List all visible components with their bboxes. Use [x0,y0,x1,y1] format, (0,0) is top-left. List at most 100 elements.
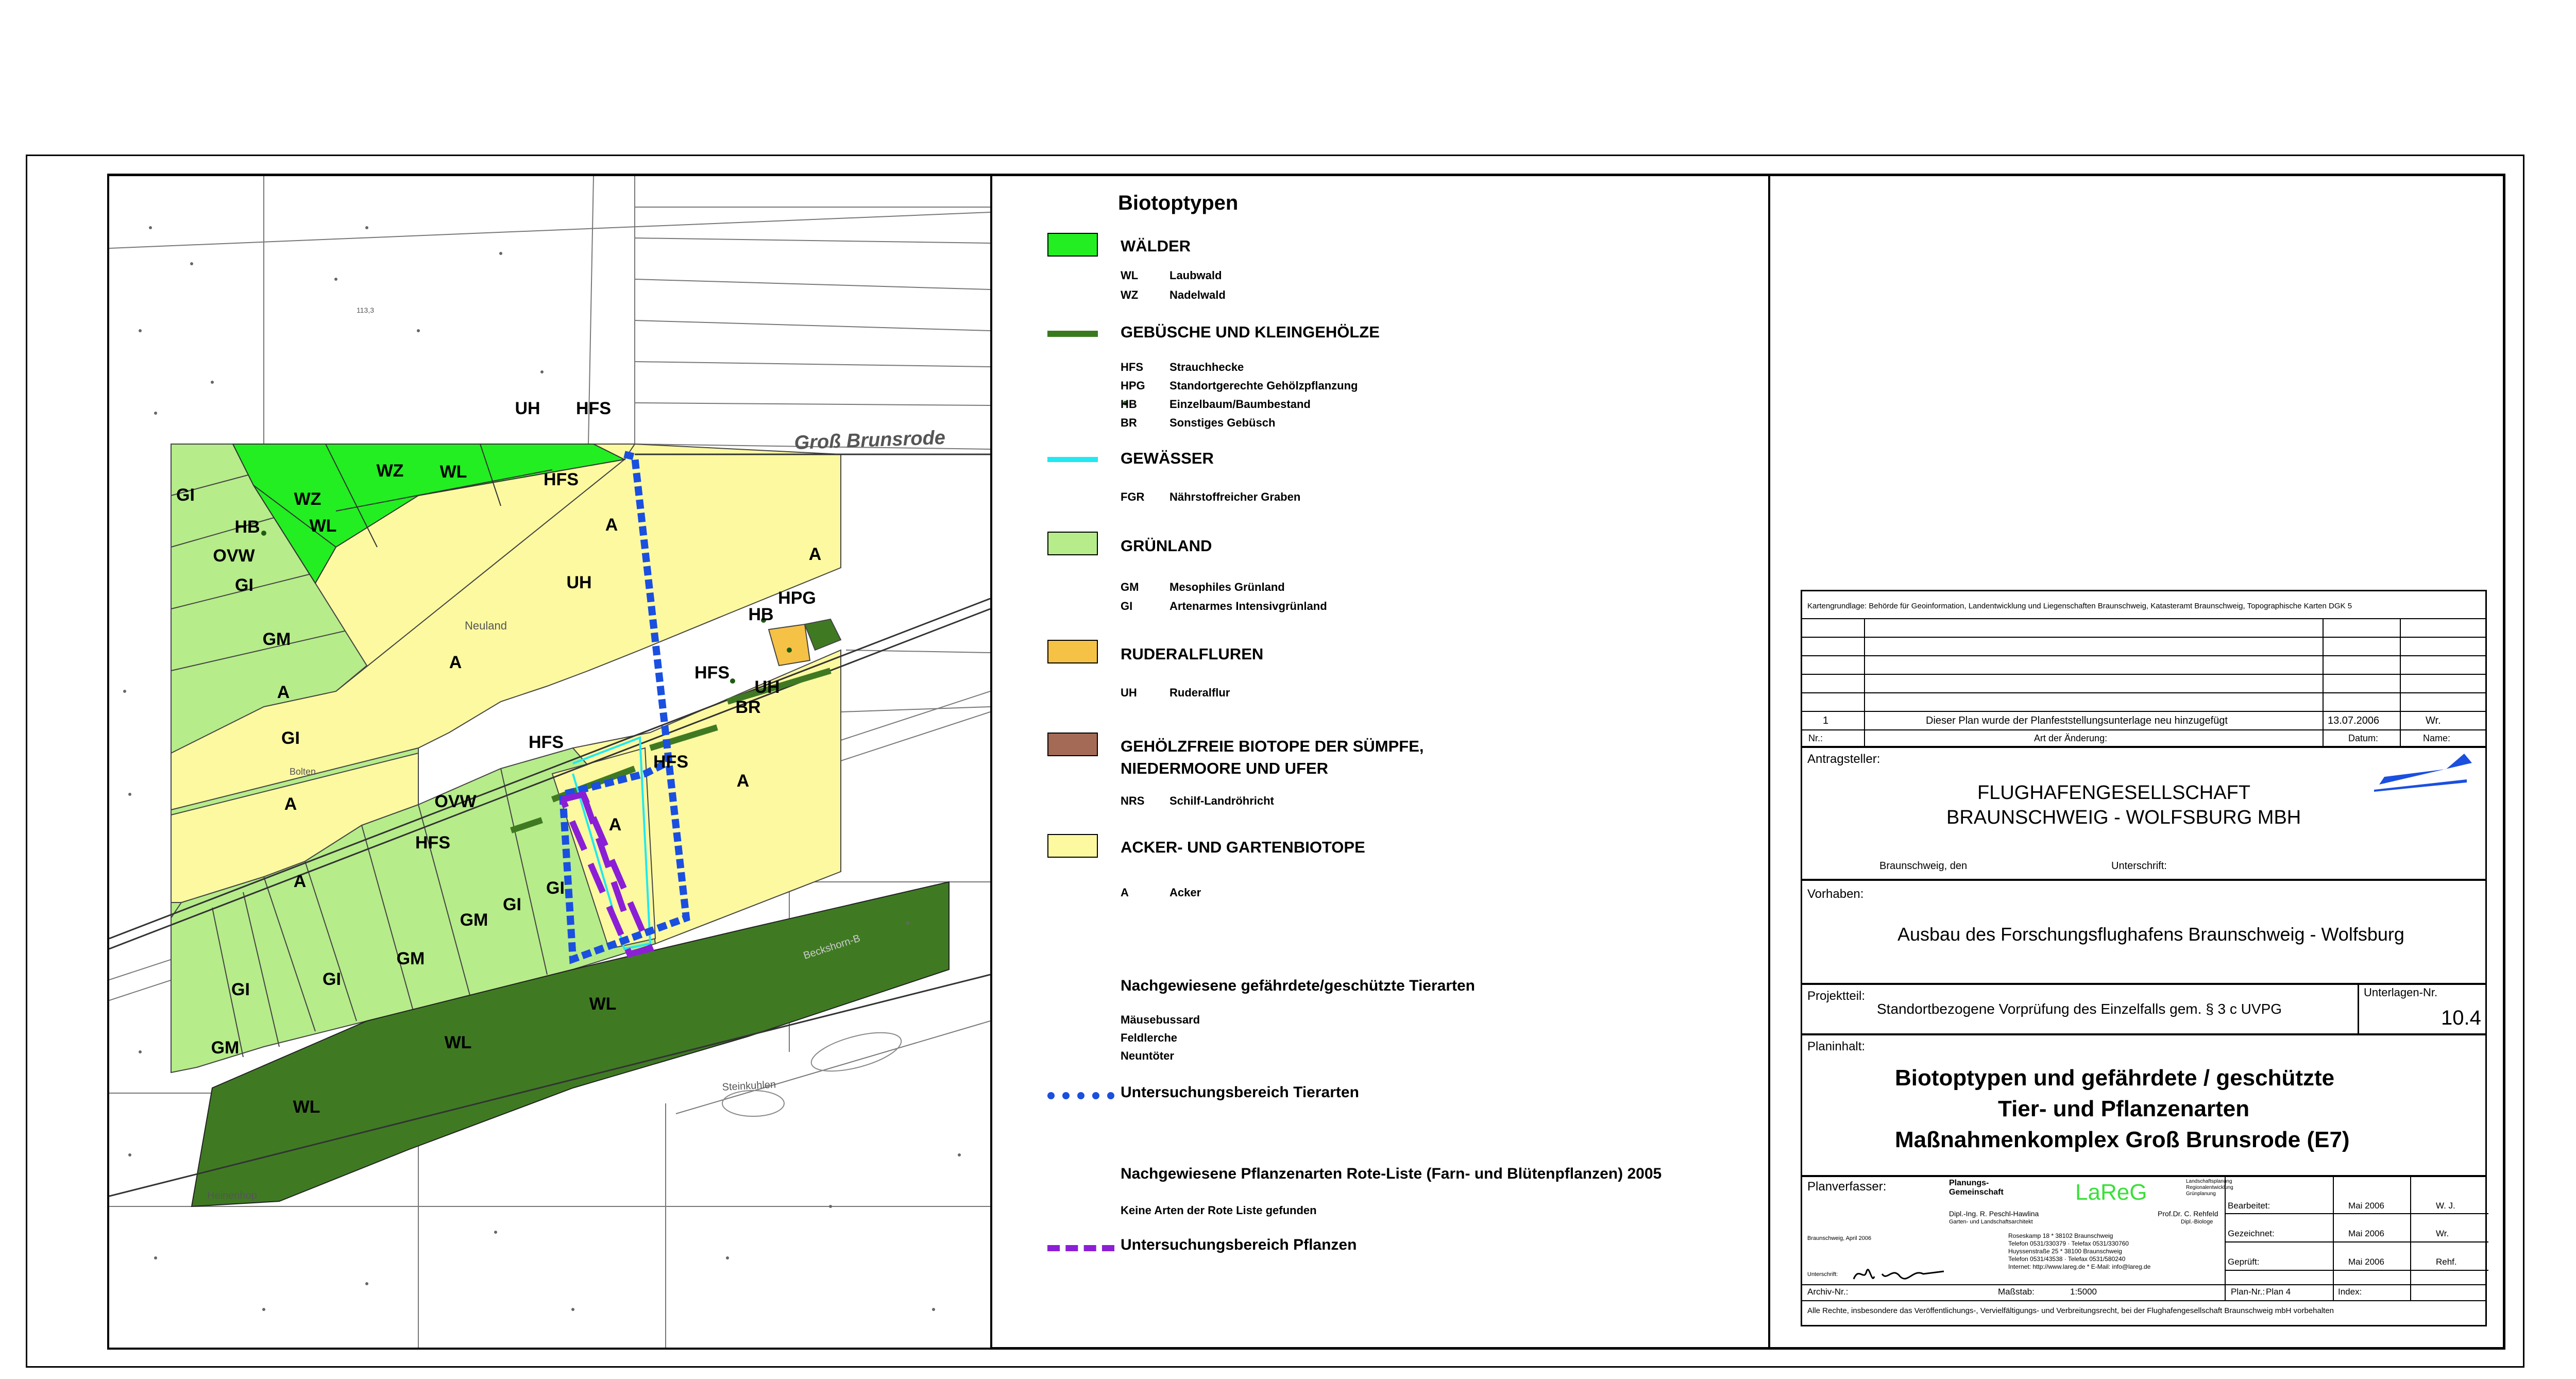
person2-sub: Dipl.-Biologe [2181,1219,2213,1225]
unterschrift2: Unterschrift: [1807,1271,1838,1278]
legend-heading-suempfe: GEHÖLZFREIE BIOTOPE DER SÜMPFE, NIEDERMO… [1121,737,1424,778]
planinhalt-label: Planinhalt: [1807,1040,1866,1053]
divider-legend-titleblock [1768,176,1770,1348]
legend-heading-gewaesser: GEWÄSSER [1121,449,1214,467]
plan-line1: Biotoptypen und gefährdete / geschützte [1895,1065,2335,1091]
label-hfs-6: HFS [415,833,450,853]
label-a-8: A [294,872,307,891]
title-block: Kartengrundlage: Behörde für Geoinformat… [1801,590,2488,1326]
vorhaben: Ausbau des Forschungsflughafens Braunsch… [1897,924,2404,945]
label-a-4: A [605,515,618,535]
label-ovw-2: OVW [434,792,477,811]
label-hfs-3: HFS [694,663,730,683]
label-hb-1: HB [234,517,260,537]
label-wl-2: WL [310,516,337,536]
change-date: 13.07.2006 [2328,715,2380,726]
label-gi-4: GI [546,878,565,898]
code-hfs: HFS [1121,361,1143,373]
bearbeitet-name: W. J. [2436,1201,2455,1211]
label-gm-4: GM [211,1038,240,1058]
braunschweig-date: Braunschweig, April 2006 [1807,1235,1872,1241]
unterschrift: Unterschrift: [2111,860,2167,872]
label-br: BR [735,697,760,717]
footer-rights: Alle Rechte, insbesondere das Veröffentl… [1807,1306,2334,1315]
label-gm-3: GM [397,949,425,968]
index-label: Index: [2338,1287,2362,1297]
swatch-waelder [1047,233,1098,257]
place-bolten: Bolten [290,767,316,777]
projektteil-label: Projektteil: [1807,989,1866,1003]
label-gm-1: GM [263,629,291,649]
geprueft-date: Mai 2006 [2348,1257,2384,1267]
label-a-5: A [809,544,822,564]
name-fgr: Nährstoffreicher Graben [1170,490,1301,503]
name-wz: Nadelwald [1170,288,1226,301]
gezeichnet-date: Mai 2006 [2348,1229,2384,1238]
legend-title: Biotoptypen [1118,192,1239,214]
flora-area-line-icon [1047,1245,1114,1251]
label-gi-2: GI [235,575,253,595]
change-by: Wr. [2426,715,2441,726]
label-hb-2: HB [748,605,773,624]
label-wz-2: WZ [377,461,404,481]
name-wl: Laubwald [1170,269,1222,282]
code-hb: HB [1121,398,1137,411]
name-hpg: Standortgerechte Gehölzpflanzung [1170,379,1358,392]
signature-icon [1853,1269,1944,1280]
change-text: Dieser Plan wurde der Planfeststellungsu… [1926,715,2228,726]
person1: Dipl.-Ing. R. Peschl-Hawlina [1949,1210,2039,1218]
code-hpg: HPG [1121,379,1145,392]
label-uh-1: UH [515,399,540,418]
company-line1: FLUGHAFENGESELLSCHAFT [1977,782,2250,804]
fauna-1: Mäusebussard [1121,1013,1200,1026]
plan-line3: Maßnahmenkomplex Groß Brunsrode (E7) [1895,1127,2350,1152]
projektteil: Standortbezogene Vorprüfung des Einzelfa… [1877,1001,2282,1017]
label-a-3: A [449,653,462,672]
code-br: BR [1121,416,1137,429]
fauna-title: Nachgewiesene gefährdete/geschützte Tier… [1121,977,1476,994]
label-hfs-2: HFS [544,470,579,489]
code-a: A [1121,886,1129,899]
label-uh-2: UH [566,573,591,592]
archiv-label: Archiv-Nr.: [1807,1287,1849,1297]
legend-heading-ruderalfluren: RUDERALFLUREN [1121,645,1264,663]
vorhaben-label: Vorhaben: [1807,887,1864,901]
label-wl-4: WL [589,994,617,1014]
massstab: 1:5000 [2070,1287,2097,1297]
col-art: Art der Änderung: [2034,733,2108,743]
swatch-ruderalfluren [1047,640,1098,663]
code-wl: WL [1121,269,1139,282]
col-nr: Nr.: [1808,733,1823,743]
flora-title: Nachgewiesene Pflanzenarten Rote-Liste (… [1121,1165,1662,1182]
legend-heading-gebuesche: GEBÜSCHE UND KLEINGEHÖLZE [1121,323,1380,341]
antragsteller-label: Antragsteller: [1807,752,1880,766]
biotope-map[interactable]: WZ WZ WL WL GI HB OVW GI GM A A GI A UH … [109,176,990,1348]
planungs-gemeinschaft: Planungs- Gemeinschaft [1949,1179,2004,1197]
name-br: Sonstiges Gebüsch [1170,416,1276,429]
kartengrundlage: Kartengrundlage: Behörde für Geoinformat… [1807,602,2352,610]
label-hfs-1: HFS [576,399,611,418]
name-gi: Artenarmes Intensivgrünland [1170,600,1327,612]
label-ovw-1: OVW [213,546,255,566]
label-wl-1: WL [440,462,467,482]
code-uh: UH [1121,686,1137,699]
label-gi-7: GI [231,980,250,999]
gezeichnet-label: Gezeichnet: [2228,1229,2275,1238]
gezeichnet-name: Wr. [2436,1229,2449,1238]
name-uh: Ruderalflur [1170,686,1230,699]
massstab-label: Maßstab: [1998,1287,2035,1297]
legend-heading-gruenland: GRÜNLAND [1121,537,1212,555]
fauna-area-label: Untersuchungsbereich Tierarten [1121,1084,1359,1101]
swatch-gruenland [1047,532,1098,555]
name-gm: Mesophiles Grünland [1170,581,1285,593]
braunschweig-den: Braunschweig, den [1879,860,1968,872]
fauna-area-line-icon [1047,1092,1114,1099]
geprueft-label: Geprüft: [2228,1257,2260,1267]
map-panel[interactable]: WZ WZ WL WL GI HB OVW GI GM A A GI A UH … [109,176,990,1348]
code-gi: GI [1121,600,1133,612]
bearbeitet-date: Mai 2006 [2348,1201,2384,1211]
flora-note: Keine Arten der Rote Liste gefunden [1121,1204,1317,1217]
person2: Prof.Dr. C. Rehfeld [2158,1210,2218,1218]
label-hfs-4: HFS [529,733,564,752]
code-nrs: NRS [1121,794,1145,807]
